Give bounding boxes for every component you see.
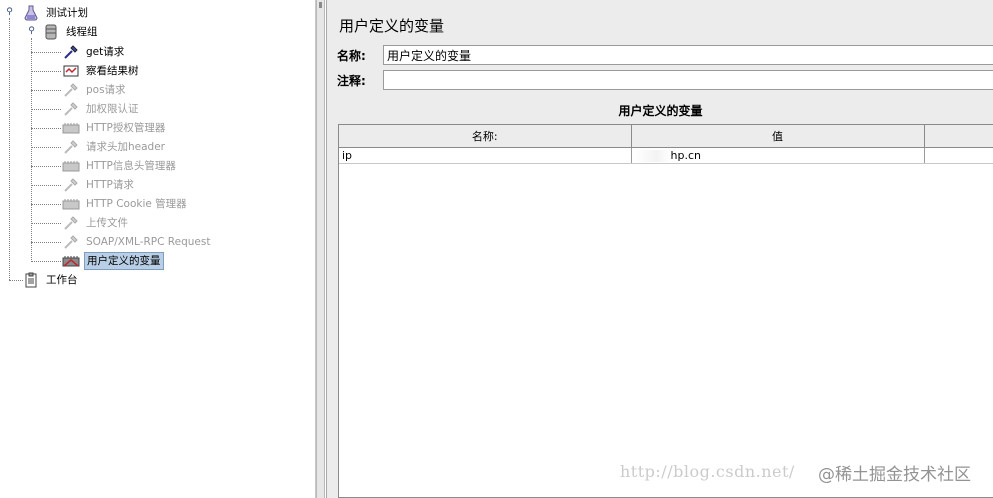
tree-line — [9, 18, 10, 280]
clipboard-icon — [22, 272, 40, 289]
tree-node-test-plan[interactable]: 测试计划 — [22, 4, 90, 22]
tree-node-label: SOAP/XML-RPC Request — [86, 236, 211, 248]
config-element-icon — [62, 158, 80, 175]
tree-branch — [9, 280, 23, 281]
tree-node-label: pos请求 — [86, 84, 126, 96]
tree-node-upload-file[interactable]: 上传文件 — [62, 214, 130, 232]
variable-value-cell[interactable]: hp.cn — [631, 147, 925, 164]
tree-node-label: 用户定义的变量 — [84, 252, 164, 270]
tree-node-label: 请求头加header — [86, 141, 165, 153]
tree-node-label: 上传文件 — [86, 217, 128, 229]
pipette-icon — [62, 44, 80, 61]
tree-branch — [31, 147, 61, 148]
pipette-icon — [62, 234, 80, 251]
tree-node-header-request[interactable]: 请求头加header — [62, 138, 167, 156]
tree-node-workbench[interactable]: 工作台 — [22, 271, 80, 289]
config-element-icon — [62, 253, 80, 270]
variable-value-text: hp.cn — [670, 148, 701, 162]
tree-branch — [31, 52, 61, 53]
monitor-icon — [62, 63, 80, 80]
variables-table: 名称: 值 ip hp.cn — [338, 124, 993, 498]
tree-node-label: HTTP Cookie 管理器 — [86, 198, 187, 210]
table-title: 用户定义的变量 — [618, 104, 703, 118]
name-row: 名称: — [337, 45, 993, 65]
name-field[interactable] — [383, 45, 993, 65]
tree-node-label: 测试计划 — [46, 7, 88, 19]
flask-icon — [22, 5, 40, 22]
pipette-icon — [62, 101, 80, 118]
collapse-toggle-icon[interactable]: ⚲ — [5, 8, 14, 17]
config-element-icon — [62, 196, 80, 213]
element-editor-panel: 用户定义的变量 名称: 注释: 用户定义的变量 名称: 值 ip hp.cn — [326, 0, 993, 498]
pipette-icon — [62, 82, 80, 99]
tree-branch — [31, 204, 61, 205]
tree-node-view-results-tree[interactable]: 察看结果树 — [62, 62, 141, 80]
page-title: 用户定义的变量 — [339, 17, 445, 35]
thread-group-icon — [42, 24, 60, 41]
watermark-url: http://blog.csdn.net/ — [620, 462, 795, 481]
tree-node-get-request[interactable]: get请求 — [62, 43, 126, 61]
variable-description-cell[interactable] — [924, 147, 993, 164]
tree-node-label: 线程组 — [66, 26, 98, 38]
comment-field[interactable] — [383, 70, 993, 90]
redaction-smudge — [634, 149, 671, 162]
table-row[interactable]: ip hp.cn — [339, 147, 993, 164]
tree-node-post-request[interactable]: pos请求 — [62, 81, 128, 99]
comment-label: 注释: — [337, 73, 366, 88]
tree-branch — [31, 242, 61, 243]
name-label: 名称: — [337, 48, 366, 63]
pipette-icon — [62, 215, 80, 232]
config-element-icon — [62, 120, 80, 137]
tree-node-label: 工作台 — [46, 274, 78, 286]
test-plan-tree: ⚲ ⚲ 测试计划 线程组 get请求 察看结果树 pos请求 加权限认证 HTT… — [0, 0, 316, 498]
pipette-icon — [62, 139, 80, 156]
comment-row: 注释: — [337, 70, 993, 90]
tree-branch — [31, 185, 61, 186]
tree-branch — [31, 128, 61, 129]
tree-node-soap-request[interactable]: SOAP/XML-RPC Request — [62, 233, 212, 251]
drag-handle-icon[interactable] — [319, 2, 322, 8]
tree-node-label: HTTP授权管理器 — [86, 122, 166, 134]
tree-branch — [31, 109, 61, 110]
tree-node-http-request[interactable]: HTTP请求 — [62, 176, 136, 194]
split-pane-divider[interactable] — [316, 0, 325, 498]
tree-node-user-defined-variables[interactable]: 用户定义的变量 — [62, 252, 164, 270]
tree-node-thread-group[interactable]: 线程组 — [42, 23, 100, 41]
tree-node-label: HTTP信息头管理器 — [86, 160, 176, 172]
tree-node-label: get请求 — [86, 46, 125, 58]
table-header-row: 名称: 值 — [339, 125, 993, 148]
tree-branch — [31, 71, 61, 72]
column-header-name[interactable]: 名称: — [339, 125, 632, 148]
tree-branch — [31, 166, 61, 167]
tree-branch — [31, 90, 61, 91]
tree-node-label: 察看结果树 — [86, 65, 139, 77]
tree-node-auth[interactable]: 加权限认证 — [62, 100, 141, 118]
watermark-site: @稀土掘金技术社区 — [818, 465, 971, 485]
column-header-description[interactable] — [924, 125, 993, 148]
tree-node-label: HTTP请求 — [86, 179, 134, 191]
tree-branch — [31, 261, 61, 262]
tree-node-cookie-manager[interactable]: HTTP Cookie 管理器 — [62, 195, 189, 213]
variable-name-cell[interactable]: ip — [339, 147, 632, 164]
tree-branch — [31, 223, 61, 224]
tree-node-http-auth-manager[interactable]: HTTP授权管理器 — [62, 119, 167, 137]
column-header-value[interactable]: 值 — [631, 125, 925, 148]
collapse-toggle-icon[interactable]: ⚲ — [27, 27, 36, 36]
tree-node-header-manager[interactable]: HTTP信息头管理器 — [62, 157, 178, 175]
pipette-icon — [62, 177, 80, 194]
tree-node-label: 加权限认证 — [86, 103, 139, 115]
